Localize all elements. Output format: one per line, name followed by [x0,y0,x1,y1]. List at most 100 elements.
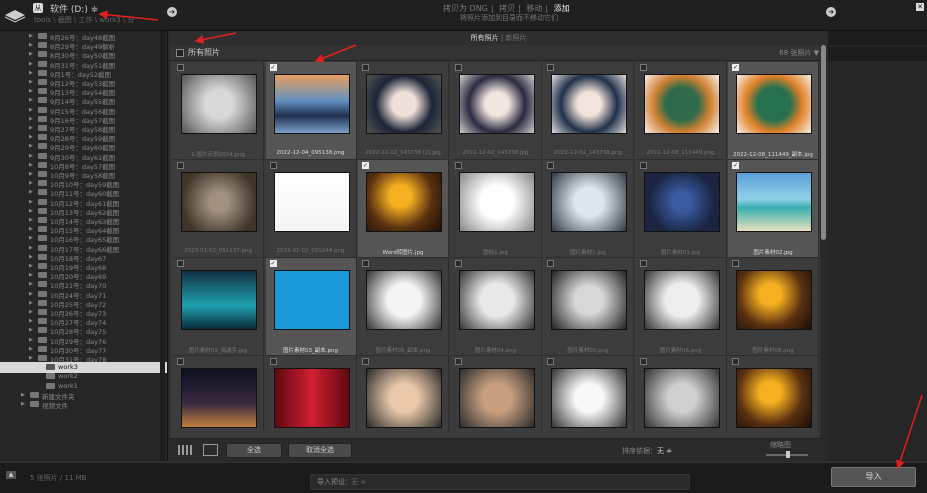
photo-checkbox[interactable] [362,358,369,365]
expand-triangle-icon[interactable]: ▶ [29,272,33,278]
select-all-checkbox[interactable] [176,49,184,57]
photo-cell[interactable]: 2022-12-02_143738.jpg [450,62,542,160]
sort-dropdown[interactable]: 无 ≑ [657,446,672,456]
photo-thumbnail[interactable] [736,74,812,134]
grid-view-icon[interactable] [178,445,192,455]
loupe-view-icon[interactable] [203,444,218,456]
photo-checkbox[interactable] [639,358,647,365]
photo-thumbnail[interactable] [458,172,535,232]
photo-thumbnail[interactable] [643,74,720,134]
photo-checkbox[interactable] [362,260,369,267]
expand-triangle-icon[interactable]: ▶ [29,281,33,287]
photo-count-dropdown[interactable]: 68 张照片 ▼ [779,48,819,58]
photo-thumbnail[interactable] [551,270,627,330]
expand-triangle-icon[interactable]: ▶ [29,208,33,214]
photo-cell[interactable]: 2023-01-02_091244.png [265,160,357,258]
expand-triangle-icon[interactable]: ▶ [29,51,33,57]
expand-triangle-icon[interactable]: ▶ [29,61,33,67]
expand-triangle-icon[interactable]: ▶ [29,217,33,223]
photo-cell[interactable]: ✓ 2022-12-04_095138.png [265,62,357,160]
photo-checkbox[interactable] [177,358,184,365]
photo-thumbnail[interactable] [458,270,535,330]
photo-thumbnail[interactable] [643,270,720,330]
source-dropdown-icon[interactable]: ≑ [91,5,99,15]
expand-triangle-icon[interactable]: ▶ [29,125,33,131]
expand-triangle-icon[interactable]: ▶ [29,318,33,324]
photo-checkbox[interactable] [547,64,554,71]
photo-cell[interactable]: 图标1.jpg [450,160,542,258]
photo-cell[interactable] [635,356,727,432]
photo-thumbnail[interactable] [736,270,812,330]
mode-copy[interactable]: 拷贝 [499,4,515,13]
photo-thumbnail[interactable] [643,172,720,232]
photo-thumbnail[interactable] [551,172,627,232]
photo-cell[interactable] [450,356,542,432]
expand-triangle-icon[interactable]: ▶ [29,263,33,269]
photo-thumbnail[interactable] [273,172,350,232]
expand-triangle-icon[interactable]: ▶ [29,291,33,297]
import-button[interactable]: 导入 [831,467,916,487]
import-preset-select[interactable]: 导入预设： 无 ≑ [310,474,690,490]
mode-dng[interactable]: 拷贝为 DNG [443,4,488,13]
photo-cell[interactable]: 图片素材05.png [543,258,634,356]
photo-thumbnail[interactable] [458,74,535,134]
photo-checkbox[interactable]: ✓ [269,260,277,267]
photo-cell[interactable] [265,356,357,432]
photo-thumbnail[interactable] [366,74,442,134]
expand-triangle-icon[interactable]: ▶ [29,97,33,103]
photo-thumbnail[interactable] [181,270,257,330]
check-all-button[interactable]: 全选 [226,443,282,458]
expand-triangle-icon[interactable]: ▶ [29,143,33,149]
expand-triangle-icon[interactable]: ▶ [29,199,33,205]
photo-cell[interactable]: 图片素材03_海滩手.jpg [173,258,264,356]
photo-checkbox[interactable] [269,162,277,169]
expand-triangle-icon[interactable]: ▶ [21,401,25,407]
expand-triangle-icon[interactable]: ▶ [29,189,33,195]
photo-thumbnail[interactable] [643,368,720,428]
photo-cell[interactable]: 图片素材1.jpg [543,160,634,258]
expand-triangle-icon[interactable]: ▶ [29,33,33,39]
expand-triangle-icon[interactable]: ▶ [29,116,33,122]
source-badge[interactable]: 从 [33,3,43,13]
folder-item[interactable]: ▶ 视频文件 [0,399,167,410]
photo-thumbnail[interactable] [181,368,257,428]
expand-triangle-icon[interactable]: ▶ [29,355,33,361]
tab-new-photos[interactable]: 新照片 [505,34,526,42]
photo-checkbox[interactable] [639,64,647,71]
expand-triangle-icon[interactable]: ▶ [29,180,33,186]
tab-all-photos[interactable]: 所有照片 [471,34,499,42]
expand-triangle-icon[interactable]: ▶ [29,42,33,48]
photo-cell[interactable]: 2022-12-02_143738 (2).jpg [358,62,449,160]
thumbnail-size-slider[interactable] [766,451,808,458]
expand-triangle-icon[interactable]: ▶ [29,346,33,352]
photo-checkbox[interactable] [269,358,277,365]
expand-triangle-icon[interactable]: ▶ [21,392,25,398]
photo-checkbox[interactable] [454,358,462,365]
photo-thumbnail[interactable] [273,270,350,330]
photo-cell[interactable] [358,356,449,432]
photo-cell[interactable] [543,356,634,432]
photo-thumbnail[interactable] [273,368,350,428]
expand-triangle-icon[interactable]: ▶ [29,337,33,343]
photo-cell[interactable]: 2023-01-02_091137.png [173,160,264,258]
expand-triangle-icon[interactable]: ▶ [29,300,33,306]
expand-triangle-icon[interactable]: ▶ [29,327,33,333]
photo-cell[interactable]: ✓ 图片素材03_副本.png [265,258,357,356]
photo-cell[interactable]: 2022-12-02_143738.png [543,62,634,160]
expand-triangle-icon[interactable]: ▶ [29,254,33,260]
photo-checkbox[interactable] [732,260,739,267]
photo-checkbox[interactable] [454,260,462,267]
expand-triangle-icon[interactable]: ▶ [29,245,33,251]
photo-checkbox[interactable]: ✓ [732,64,739,71]
mode-move[interactable]: 移动 [526,4,542,13]
photo-thumbnail[interactable] [551,368,627,428]
photo-cell[interactable]: ✓ 2022-12-08_111449_副本.jpg [728,62,819,160]
photo-cell[interactable]: 图片素材04.png [450,258,542,356]
source-title[interactable]: 软件 (D:) ≑ [50,2,98,15]
photo-checkbox[interactable] [177,162,184,169]
photo-checkbox[interactable] [547,260,554,267]
photo-checkbox[interactable] [639,260,647,267]
expand-triangle-icon[interactable]: ▶ [29,162,33,168]
photo-thumbnail[interactable] [181,74,257,134]
photo-checkbox[interactable] [454,162,462,169]
